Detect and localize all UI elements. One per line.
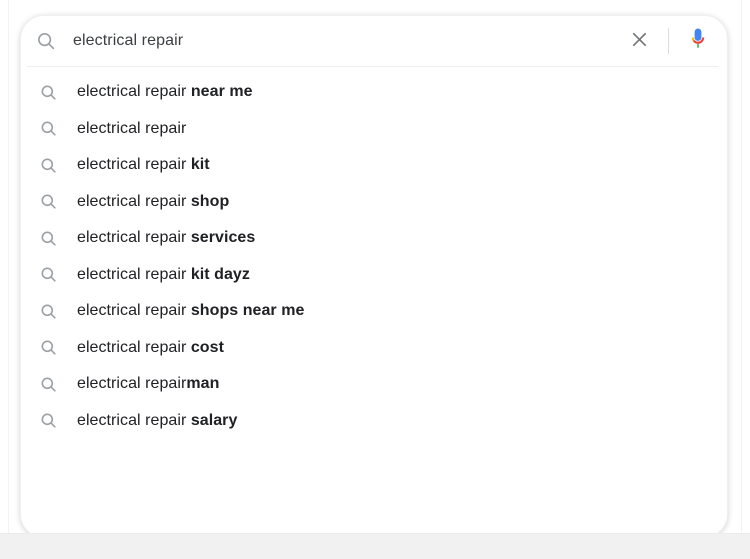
- search-bar-bottom-divider: [27, 66, 719, 67]
- search-query-text: electrical repair: [73, 31, 184, 49]
- suggestion-prefix: electrical repair: [77, 192, 191, 210]
- suggestion-item-0[interactable]: electrical repair near me: [21, 74, 727, 111]
- suggestion-label: electrical repair cost: [71, 338, 224, 358]
- suggestion-completion: man: [186, 375, 220, 393]
- suggestion-completion: kit: [190, 156, 210, 174]
- search-icon: [25, 83, 71, 102]
- suggestion-item-9[interactable]: electrical repair salary: [21, 403, 727, 440]
- suggestion-prefix: electrical repair: [77, 338, 191, 356]
- suggestion-item-4[interactable]: electrical repair services: [21, 220, 727, 257]
- close-icon: [629, 29, 650, 53]
- suggestion-list: electrical repair near me electrical rep…: [21, 74, 727, 439]
- suggestion-prefix: electrical repair: [77, 156, 191, 174]
- suggestion-item-2[interactable]: electrical repair kit: [21, 147, 727, 184]
- search-icon: [25, 375, 71, 394]
- suggestion-item-3[interactable]: electrical repair shop: [21, 184, 727, 221]
- search-bar-actions: [593, 24, 727, 58]
- voice-search-button[interactable]: [683, 26, 713, 56]
- search-icon: [25, 265, 71, 284]
- search-icon: [25, 411, 71, 430]
- suggestion-prefix: electrical repair: [77, 83, 191, 101]
- suggestion-item-1[interactable]: electrical repair: [21, 111, 727, 148]
- search-icon: [25, 156, 71, 175]
- clear-search-button[interactable]: [622, 24, 656, 58]
- page-gutter-left: [8, 0, 9, 534]
- suggestion-label: electrical repair near me: [71, 82, 253, 102]
- action-divider: [668, 27, 669, 54]
- search-suggestions-card: electrical repair electrical repair near…: [20, 15, 728, 538]
- suggestion-prefix: electrical repair: [77, 411, 191, 429]
- suggestion-label: electrical repair salary: [71, 411, 237, 431]
- suggestion-label: electrical repairman: [71, 374, 219, 394]
- suggestion-completion: kit dayz: [190, 265, 250, 283]
- suggestion-label: electrical repair: [71, 119, 186, 139]
- page-bottom-strip: [0, 533, 750, 559]
- suggestion-prefix: electrical repair: [77, 302, 191, 320]
- suggestion-completion: shops near me: [190, 302, 305, 320]
- suggestion-item-5[interactable]: electrical repair kit dayz: [21, 257, 727, 294]
- search-input[interactable]: electrical repair: [67, 31, 593, 51]
- suggestion-label: electrical repair shop: [71, 192, 229, 212]
- suggestion-completion: shop: [190, 192, 230, 210]
- search-icon: [21, 30, 67, 52]
- search-bar[interactable]: electrical repair: [21, 16, 727, 65]
- suggestion-completion: cost: [190, 338, 224, 356]
- microphone-icon: [687, 27, 709, 54]
- page-gutter-right: [741, 0, 742, 534]
- search-icon: [25, 229, 71, 248]
- suggestion-item-6[interactable]: electrical repair shops near me: [21, 293, 727, 330]
- search-icon: [25, 119, 71, 138]
- suggestion-label: electrical repair services: [71, 228, 255, 248]
- suggestion-completion: services: [190, 229, 256, 247]
- search-icon: [25, 302, 71, 321]
- suggestion-completion: near me: [190, 83, 253, 101]
- suggestion-completion: salary: [190, 411, 238, 429]
- suggestion-label: electrical repair kit dayz: [71, 265, 250, 285]
- screen: electrical repair electrical repair near…: [0, 0, 750, 559]
- suggestion-prefix: electrical repair: [77, 375, 187, 393]
- search-icon: [25, 192, 71, 211]
- suggestion-label: electrical repair kit: [71, 155, 210, 175]
- suggestion-item-7[interactable]: electrical repair cost: [21, 330, 727, 367]
- search-icon: [25, 338, 71, 357]
- suggestion-label: electrical repair shops near me: [71, 301, 304, 321]
- suggestion-prefix: electrical repair: [77, 265, 191, 283]
- suggestion-item-8[interactable]: electrical repairman: [21, 366, 727, 403]
- suggestion-prefix: electrical repair: [77, 119, 187, 137]
- suggestion-prefix: electrical repair: [77, 229, 191, 247]
